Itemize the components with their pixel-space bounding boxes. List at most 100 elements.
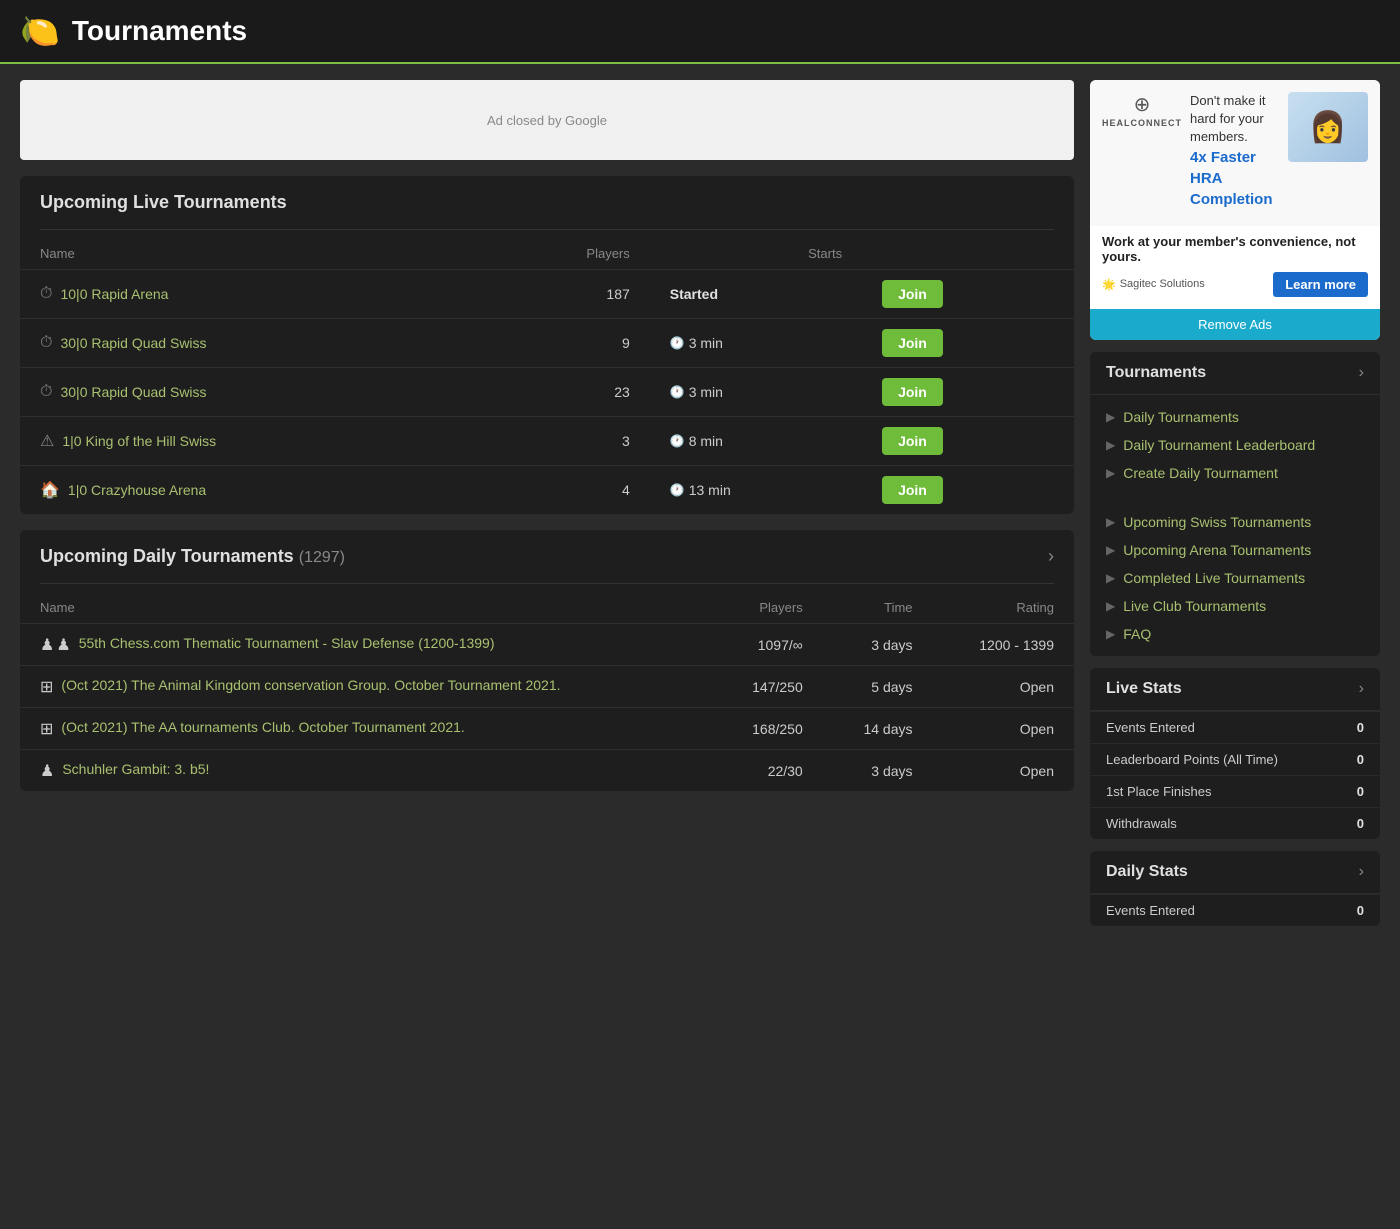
main-layout: Ad closed by Google Upcoming Live Tourna… (0, 64, 1400, 954)
stat-label: Withdrawals (1090, 807, 1333, 839)
nav-arrow-icon: ▶ (1106, 438, 1115, 452)
tournament-icon: ⏱ (40, 285, 52, 303)
sidebar-tournaments-header[interactable]: Tournaments › (1090, 352, 1380, 395)
ad-headline: Don't make it hard for your members. 4x … (1190, 92, 1280, 210)
sidebar-live-stats-header[interactable]: Live Stats › (1090, 668, 1380, 711)
players-cell: 3 (475, 417, 650, 466)
sidebar-nav-label: Upcoming Arena Tournaments (1123, 542, 1311, 558)
sidebar-live-stats-arrow: › (1359, 680, 1364, 698)
ad-image: 👩 (1288, 92, 1368, 162)
join-button[interactable]: Join (882, 378, 943, 406)
tournament-name: ⏱ 30|0 Rapid Quad Swiss (40, 334, 455, 352)
starts-cell: Started (670, 286, 842, 302)
table-row: ⊞ (Oct 2021) The Animal Kingdom conserva… (20, 666, 1074, 708)
daily-icons: ♟♟ (40, 635, 71, 655)
sidebar-ad-card: ⊕ HEALCONNECT Don't make it hard for you… (1090, 80, 1380, 340)
daily-name-cell: ⊞ (Oct 2021) The Animal Kingdom conserva… (40, 676, 691, 697)
daily-icons: ⊞ (40, 677, 53, 697)
ad-content: Don't make it hard for your members. 4x … (1190, 92, 1280, 214)
tournament-title: 30|0 Rapid Quad Swiss (60, 335, 206, 351)
sidebar-live-stats-section: Live Stats › Events Entered0Leaderboard … (1090, 668, 1380, 839)
sidebar-item-faq[interactable]: ▶FAQ (1090, 620, 1380, 648)
col-action (862, 238, 1074, 270)
stat-value: 0 (1333, 775, 1380, 807)
ad-logo-icon: ⊕ (1102, 92, 1182, 117)
col-players: Players (711, 592, 823, 624)
join-button[interactable]: Join (882, 280, 943, 308)
brand-icon: 🌟 (1102, 278, 1116, 291)
clock-icon: 🕐 (670, 336, 685, 350)
table-row: ♟ Schuhler Gambit: 3. b5! 22/30 3 days O… (20, 750, 1074, 792)
remove-ads-button[interactable]: Remove Ads (1090, 309, 1380, 340)
join-button[interactable]: Join (882, 427, 943, 455)
time-cell: 3 days (823, 624, 933, 666)
stat-label: 1st Place Finishes (1090, 775, 1333, 807)
sidebar-daily-stats-header[interactable]: Daily Stats › (1090, 851, 1380, 894)
col-players: Players (475, 238, 650, 270)
starts-td: 🕐 8 min (650, 417, 862, 466)
tournament-name: ⏱ 30|0 Rapid Quad Swiss (40, 383, 455, 401)
piece-icon: ⊞ (40, 719, 53, 739)
stat-value: 0 (1333, 743, 1380, 775)
live-stats-table: Events Entered0Leaderboard Points (All T… (1090, 711, 1380, 839)
starts-td: 🕐 3 min (650, 368, 862, 417)
sidebar-item-create-daily-tournament[interactable]: ▶Create Daily Tournament (1090, 459, 1380, 487)
starts-td: 🕐 3 min (650, 319, 862, 368)
sidebar-item-daily-tournaments[interactable]: ▶Daily Tournaments (1090, 403, 1380, 431)
time-cell: 14 days (823, 708, 933, 750)
tournament-title: 1|0 King of the Hill Swiss (62, 433, 216, 449)
piece-icon: ♟ (56, 635, 70, 655)
ad-inner: ⊕ HEALCONNECT Don't make it hard for you… (1090, 80, 1380, 309)
col-time: Time (823, 592, 933, 624)
action-cell: Join (862, 319, 1074, 368)
upcoming-live-table: Name Players Starts ⏱ 10|0 Rapid Arena 1… (20, 238, 1074, 514)
stat-value: 0 (1333, 711, 1380, 743)
rating-cell: Open (933, 708, 1074, 750)
players-cell: 4 (475, 466, 650, 515)
sidebar-nav: ▶Daily Tournaments▶Daily Tournament Lead… (1090, 395, 1380, 656)
sidebar-tournaments-arrow: › (1359, 364, 1364, 382)
upcoming-daily-header[interactable]: Upcoming Daily Tournaments (1297) › (20, 530, 1074, 575)
tournament-name: ⚠ 1|0 King of the Hill Swiss (40, 431, 455, 451)
sidebar-item-upcoming-arena-tournaments[interactable]: ▶Upcoming Arena Tournaments (1090, 536, 1380, 564)
sidebar-item-upcoming-swiss-tournaments[interactable]: ▶Upcoming Swiss Tournaments (1090, 508, 1380, 536)
daily-expand-icon[interactable]: › (1048, 546, 1054, 567)
daily-icons: ♟ (40, 761, 54, 781)
join-button[interactable]: Join (882, 329, 943, 357)
stat-row: 1st Place Finishes0 (1090, 775, 1380, 807)
players-cell: 187 (475, 270, 650, 319)
upcoming-daily-section: Upcoming Daily Tournaments (1297) › Name… (20, 530, 1074, 791)
piece-icon: ♟ (40, 761, 54, 781)
tournament-title: 30|0 Rapid Quad Swiss (60, 384, 206, 400)
starts-td: Started (650, 270, 862, 319)
col-starts: Starts (650, 238, 862, 270)
nav-arrow-icon: ▶ (1106, 599, 1115, 613)
stat-label: Events Entered (1090, 894, 1309, 926)
upcoming-live-section: Upcoming Live Tournaments Name Players S… (20, 176, 1074, 514)
daily-name-cell: ♟♟ 55th Chess.com Thematic Tournament - … (40, 634, 691, 655)
daily-stats-table: Events Entered0 (1090, 894, 1380, 926)
players-cell: 22/30 (711, 750, 823, 792)
learn-more-button[interactable]: Learn more (1273, 272, 1368, 297)
ad-logo-text: HEALCONNECT (1102, 118, 1182, 128)
stat-label: Leaderboard Points (All Time) (1090, 743, 1333, 775)
stat-row: Leaderboard Points (All Time)0 (1090, 743, 1380, 775)
join-button[interactable]: Join (882, 476, 943, 504)
sidebar-item-completed-live-tournaments[interactable]: ▶Completed Live Tournaments (1090, 564, 1380, 592)
rating-cell: Open (933, 750, 1074, 792)
col-name: Name (20, 592, 711, 624)
players-cell: 23 (475, 368, 650, 417)
sidebar-item-live-club-tournaments[interactable]: ▶Live Club Tournaments (1090, 592, 1380, 620)
piece-icon: ⊞ (40, 677, 53, 697)
nav-arrow-icon: ▶ (1106, 466, 1115, 480)
daily-name-cell: ♟ Schuhler Gambit: 3. b5! (40, 760, 691, 781)
sidebar-live-stats-title: Live Stats (1106, 680, 1182, 698)
players-cell: 147/250 (711, 666, 823, 708)
clock-icon: 🕐 (670, 434, 685, 448)
nav-arrow-icon: ▶ (1106, 627, 1115, 641)
action-cell: Join (862, 368, 1074, 417)
col-rating: Rating (933, 592, 1074, 624)
sidebar-tournaments-section: Tournaments › ▶Daily Tournaments▶Daily T… (1090, 352, 1380, 656)
sidebar-nav-label: Completed Live Tournaments (1123, 570, 1305, 586)
sidebar-item-daily-tournament-leaderboard[interactable]: ▶Daily Tournament Leaderboard (1090, 431, 1380, 459)
